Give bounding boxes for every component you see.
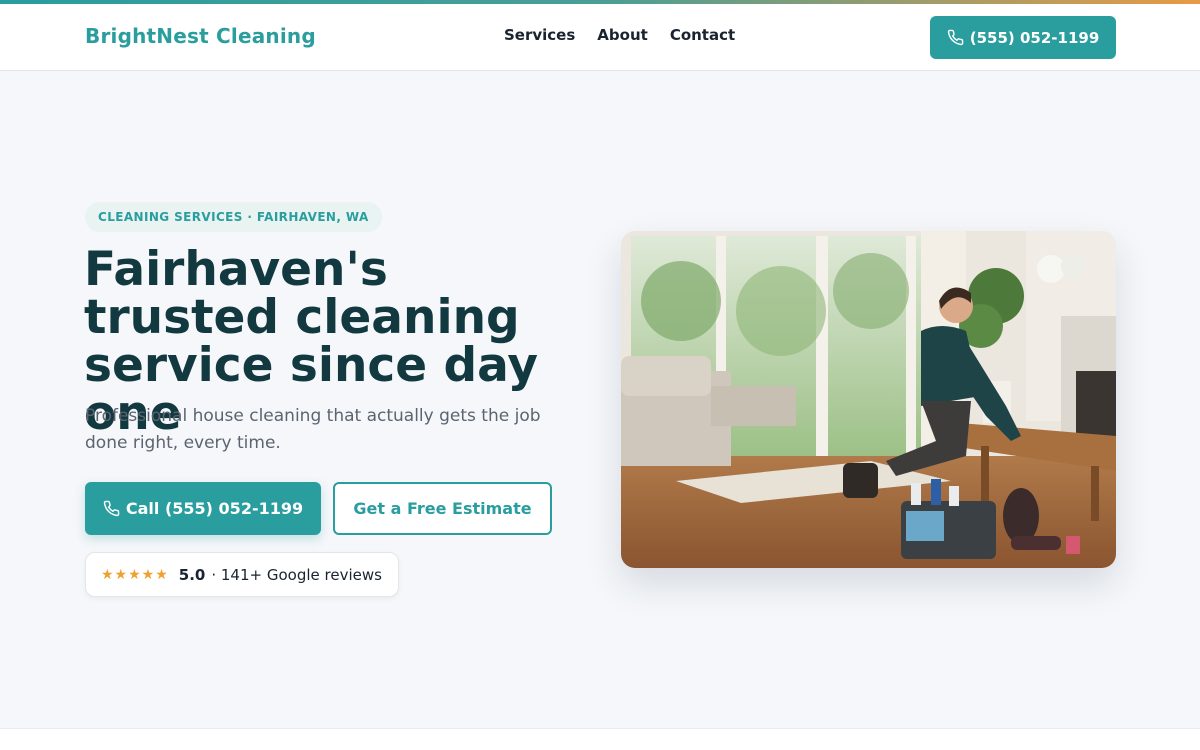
- reviews-card[interactable]: ★★★★★ 5.0 · 141+ Google reviews: [85, 552, 399, 597]
- reviews-count-text: · 141+ Google reviews: [211, 565, 382, 584]
- rating-value: 5.0: [178, 565, 206, 584]
- free-estimate-button[interactable]: Get a Free Estimate: [333, 482, 552, 535]
- brand-logo[interactable]: BrightNest Cleaning: [85, 24, 316, 48]
- call-button-label: Call (555) 052-1199: [125, 499, 304, 518]
- nav-link-services[interactable]: Services: [504, 26, 575, 44]
- star-rating-icons: ★★★★★: [101, 566, 169, 583]
- hero-photo: [621, 231, 1116, 568]
- phone-icon: [103, 500, 120, 517]
- nav-link-about[interactable]: About: [597, 26, 648, 44]
- hero-subtitle: Professional house cleaning that actuall…: [85, 406, 541, 453]
- phone-icon: [947, 29, 964, 46]
- next-section-edge: [0, 728, 1200, 750]
- call-button[interactable]: Call (555) 052-1199: [85, 482, 321, 535]
- header-phone-button[interactable]: (555) 052-1199: [930, 16, 1116, 59]
- site-header: BrightNest Cleaning Services About Conta…: [0, 4, 1200, 71]
- main-nav: Services About Contact: [504, 26, 735, 44]
- location-badge: CLEANING SERVICES · FAIRHAVEN, WA: [85, 202, 382, 232]
- nav-link-contact[interactable]: Contact: [670, 26, 735, 44]
- header-phone-label: (555) 052-1199: [969, 28, 1100, 47]
